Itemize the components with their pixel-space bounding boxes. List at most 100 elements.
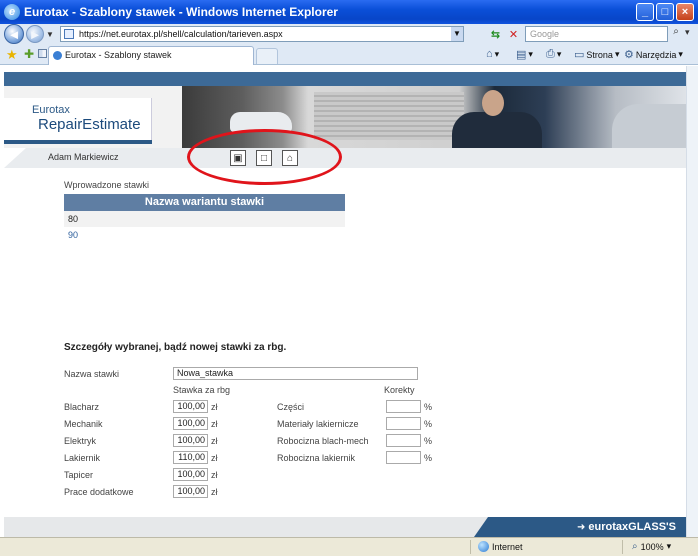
stop-icon[interactable]: ✕ [506,27,521,42]
variants-section-label: Wprowadzone stawki [64,180,150,190]
app-logo: Eurotax RepairEstimate [4,98,152,144]
photo-person-body [452,112,542,148]
url-dropdown-icon[interactable]: ▼ [451,27,463,41]
forward-button[interactable]: ► [26,25,44,43]
currency-label: zł [211,402,218,412]
rate-input-blacharz[interactable]: 100,00 [173,400,208,413]
feeds-icon: ▤ [516,49,527,61]
address-toolbar: ◄ ► ▼ https://net.eurotax.pl/shell/calcu… [0,24,698,44]
red-highlight-ellipse [187,129,342,185]
rate-input-elektryk[interactable]: 100,00 [173,434,208,447]
rate-label-prace-dodatkowe: Prace dodatkowe [64,487,134,497]
rate-name-input[interactable]: Nowa_stawka [173,367,418,380]
rate-label-blacharz: Blacharz [64,402,100,412]
brand-arrow-icon: ➜ [577,522,586,533]
home-button[interactable]: ⌂ ▾ [486,48,499,60]
table-row[interactable]: 90 [64,227,345,243]
logo-underline [4,140,152,144]
vertical-scrollbar[interactable] [686,66,698,537]
favorites-star-icon[interactable]: ★ [6,47,18,63]
rate-input-prace-dodatkowe[interactable]: 100,00 [173,485,208,498]
logo-product: RepairEstimate [38,116,141,133]
rate-label-elektryk: Elektryk [64,436,97,446]
url-text: https://net.eurotax.pl/shell/calculation… [79,29,283,39]
page-menu[interactable]: ▭ Strona ▾ [574,48,619,61]
variants-table: Nazwa wariantu stawki 80 90 [64,194,345,243]
gear-icon: ⚙ [624,49,634,61]
history-dropdown-icon[interactable]: ▼ [46,30,54,39]
rate-label-lakiernik: Lakiernik [64,453,101,463]
percent-label: % [424,419,433,429]
feeds-button[interactable]: ▤ ▾ [516,48,533,61]
correction-label-robocizna-lakiernik: Robocizna lakiernik [277,453,356,463]
correction-input-czesci[interactable] [386,400,421,413]
currency-label: zł [211,470,218,480]
print-icon: ⎙ [546,48,555,60]
correction-input-robocizna-lakiernik[interactable] [386,451,421,464]
status-divider [470,540,471,554]
tab-bar: ★ ✚ Eurotax - Szablony stawek ⌂ ▾ ▤ ▾ ⎙ ▾ ▭… [0,44,698,65]
maximize-button[interactable]: □ [656,3,674,21]
rate-name-label: Nazwa stawki [64,369,120,379]
page-icon: ▭ [574,49,585,61]
header-stripe [4,72,686,86]
back-button[interactable]: ◄ [4,24,24,44]
correction-input-robocizna-blach-mech[interactable] [386,434,421,447]
photo-person-head [482,90,504,116]
photo-garage-shutters [314,92,464,140]
zoom-control[interactable]: ⌕ 100% ▾ [632,541,671,552]
correction-label-robocizna-blach-mech: Robocizna blach-mech [277,436,369,446]
rate-label-mechanik: Mechanik [64,419,103,429]
table-row[interactable]: 80 [64,211,345,227]
status-divider [622,540,623,554]
tab-favicon-icon [53,51,62,60]
currency-label: zł [211,419,218,429]
header-banner: Eurotax RepairEstimate [4,86,686,148]
new-tab-button[interactable] [256,48,278,64]
window-controls: _ □ × [636,3,694,21]
security-zone[interactable]: Internet [478,541,523,552]
zone-label: Internet [492,541,523,552]
add-favorite-icon[interactable]: ✚ [24,47,34,61]
rate-input-lakiernik[interactable]: 110,00 [173,451,208,464]
details-title: Szczegóły wybranej, bądź nowej stawki za… [64,342,287,353]
search-icon[interactable]: ⌕ [669,26,683,42]
search-input[interactable]: Google [525,26,668,42]
tools-menu[interactable]: ⚙ Narzędzia ▾ [624,48,683,61]
url-field[interactable]: https://net.eurotax.pl/shell/calculation… [60,26,464,42]
minimize-button[interactable]: _ [636,3,654,21]
footer-brand-text: eurotaxGLASS'S [588,521,676,533]
page-menu-label: Strona [586,49,613,60]
rate-input-mechanik[interactable]: 100,00 [173,417,208,430]
status-bar: Internet ⌕ 100% ▾ [0,537,698,556]
correction-label-czesci: Części [277,402,305,412]
print-button[interactable]: ⎙ ▾ [546,48,561,61]
percent-label: % [424,402,433,412]
photo-car-front [612,104,686,148]
rate-input-tapicer[interactable]: 100,00 [173,468,208,481]
refresh-icon[interactable]: ⇆ [488,27,503,42]
logo-brand: Eurotax [32,104,70,116]
page-icon [64,29,74,39]
quick-tabs-icon[interactable] [38,49,47,58]
zoom-icon: ⌕ [632,541,638,552]
percent-label: % [424,453,433,463]
zoom-level: 100% [640,541,664,552]
percent-label: % [424,436,433,446]
tab-eurotax[interactable]: Eurotax - Szablony stawek [48,46,254,65]
globe-icon [478,541,489,552]
correction-label-materialy: Materiały lakiernicze [277,419,359,429]
variants-table-header: Nazwa wariantu stawki [64,194,345,211]
tab-label: Eurotax - Szablony stawek [65,50,172,60]
rate-column-header: Stawka za rbg [173,385,231,395]
footer-brand: ➜ eurotaxGLASS'S [474,517,686,537]
web-page: Eurotax RepairEstimate Adam Markiewicz ▣… [4,66,686,537]
corrections-column-header: Korekty [384,385,415,395]
rate-label-tapicer: Tapicer [64,470,94,480]
user-name: Adam Markiewicz [48,152,119,162]
home-icon: ⌂ [486,48,493,60]
correction-input-materialy[interactable] [386,417,421,430]
close-button[interactable]: × [676,3,694,21]
tools-menu-label: Narzędzia [635,49,677,60]
chevron-down-icon[interactable]: ▾ [685,27,690,38]
